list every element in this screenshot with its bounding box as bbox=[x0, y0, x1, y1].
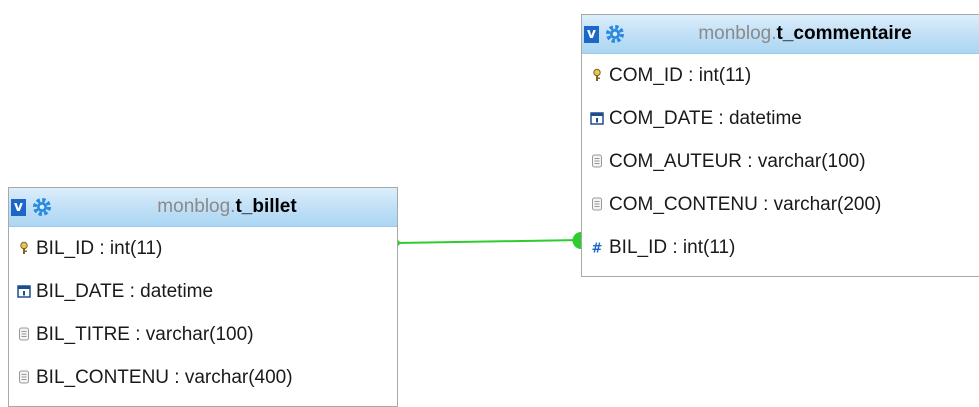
primary-key-icon bbox=[593, 68, 601, 81]
column-row[interactable]: COM_ID : int(11) bbox=[582, 54, 979, 97]
database-name: monblog. bbox=[698, 23, 777, 44]
column-row[interactable]: COM_CONTENU : varchar(200) bbox=[582, 183, 979, 226]
column-label: COM_ID : int(11) bbox=[609, 65, 752, 86]
column-label: BIL_DATE : datetime bbox=[36, 281, 214, 302]
column-label: COM_CONTENU : varchar(200) bbox=[609, 194, 882, 215]
relation-target-end bbox=[572, 232, 581, 249]
gear-icon[interactable] bbox=[31, 196, 53, 218]
column-row[interactable]: COM_DATE : datetime bbox=[582, 97, 979, 140]
column-label: BIL_ID : int(11) bbox=[609, 237, 736, 258]
table-name: t_billet bbox=[235, 196, 297, 217]
numeric-column-icon: # bbox=[592, 242, 603, 255]
column-label: BIL_ID : int(11) bbox=[36, 238, 163, 259]
column-row[interactable]: BIL_CONTENU : varchar(400) bbox=[9, 356, 397, 399]
table-header[interactable]: v monblog.t_billet bbox=[9, 188, 397, 227]
toggle-button[interactable]: v bbox=[11, 199, 26, 216]
column-row[interactable]: BIL_TITRE : varchar(100) bbox=[9, 313, 397, 356]
toggle-button[interactable]: v bbox=[584, 26, 599, 43]
column-row[interactable]: BIL_ID : int(11) bbox=[9, 227, 397, 270]
text-column-icon bbox=[19, 327, 29, 341]
table-name: t_commentaire bbox=[776, 23, 912, 44]
text-column-icon bbox=[19, 370, 29, 384]
column-row[interactable]: BIL_DATE : datetime bbox=[9, 270, 397, 313]
column-row[interactable]: COM_AUTEUR : varchar(100) bbox=[582, 140, 979, 183]
column-row[interactable]: # BIL_ID : int(11) bbox=[582, 226, 979, 269]
relation-line[interactable] bbox=[396, 239, 582, 244]
primary-key-icon bbox=[20, 241, 28, 254]
gear-icon[interactable] bbox=[604, 23, 626, 45]
column-label: COM_DATE : datetime bbox=[609, 108, 802, 129]
text-column-icon bbox=[592, 154, 602, 168]
column-label: COM_AUTEUR : varchar(100) bbox=[609, 151, 866, 172]
date-column-icon bbox=[590, 112, 604, 125]
text-column-icon bbox=[592, 197, 602, 211]
table-t-billet[interactable]: v monblog.t_billet BIL_ID : int(11) BIL_… bbox=[8, 187, 398, 407]
database-name: monblog. bbox=[157, 196, 236, 217]
table-title: monblog.t_billet bbox=[57, 188, 397, 226]
table-header[interactable]: v monblog.t_commentaire bbox=[582, 15, 979, 54]
svg-text:#: # bbox=[592, 242, 603, 255]
table-title: monblog.t_commentaire bbox=[630, 15, 979, 53]
column-label: BIL_TITRE : varchar(100) bbox=[36, 324, 254, 345]
date-column-icon bbox=[17, 285, 31, 298]
column-label: BIL_CONTENU : varchar(400) bbox=[36, 367, 293, 388]
table-t-commentaire[interactable]: v monblog.t_commentaire COM_ID : int(11)… bbox=[581, 14, 979, 277]
